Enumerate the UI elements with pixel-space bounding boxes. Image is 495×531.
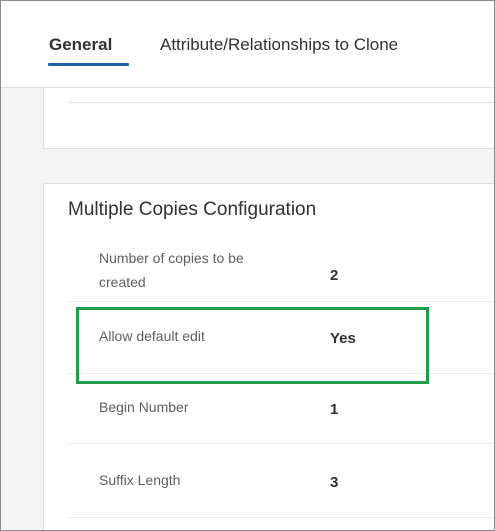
tab-bar: General Attribute/Relationships to Clone xyxy=(1,1,494,88)
field-label: Suffix Length xyxy=(99,472,181,488)
form-content: Multiple Copies Configuration Number of … xyxy=(1,88,494,530)
tab-attribute-relationships-to-clone[interactable]: Attribute/Relationships to Clone xyxy=(160,35,398,55)
section-divider xyxy=(68,102,494,103)
form-window: General Attribute/Relationships to Clone… xyxy=(0,0,495,531)
active-tab-indicator xyxy=(48,63,129,66)
field-row-allow-default-edit[interactable]: Allow default edit Yes xyxy=(68,302,494,374)
field-row-begin-number[interactable]: Begin Number 1 xyxy=(68,374,494,444)
field-value: Yes xyxy=(330,330,356,347)
field-value: 2 xyxy=(330,267,339,284)
section-title: Multiple Copies Configuration xyxy=(68,199,317,220)
previous-section-card xyxy=(43,88,494,149)
multiple-copies-section: Multiple Copies Configuration Number of … xyxy=(43,183,494,530)
field-row-number-of-copies[interactable]: Number of copies to be created 2 xyxy=(68,240,494,302)
field-label: Begin Number xyxy=(99,399,189,415)
field-label: Number of copies to be created xyxy=(99,250,244,290)
field-row-suffix-length[interactable]: Suffix Length 3 xyxy=(68,444,494,518)
field-value: 1 xyxy=(330,401,339,418)
tab-general[interactable]: General xyxy=(49,35,112,55)
field-label: Allow default edit xyxy=(99,328,205,344)
row-divider xyxy=(68,517,494,518)
field-value: 3 xyxy=(330,474,339,491)
